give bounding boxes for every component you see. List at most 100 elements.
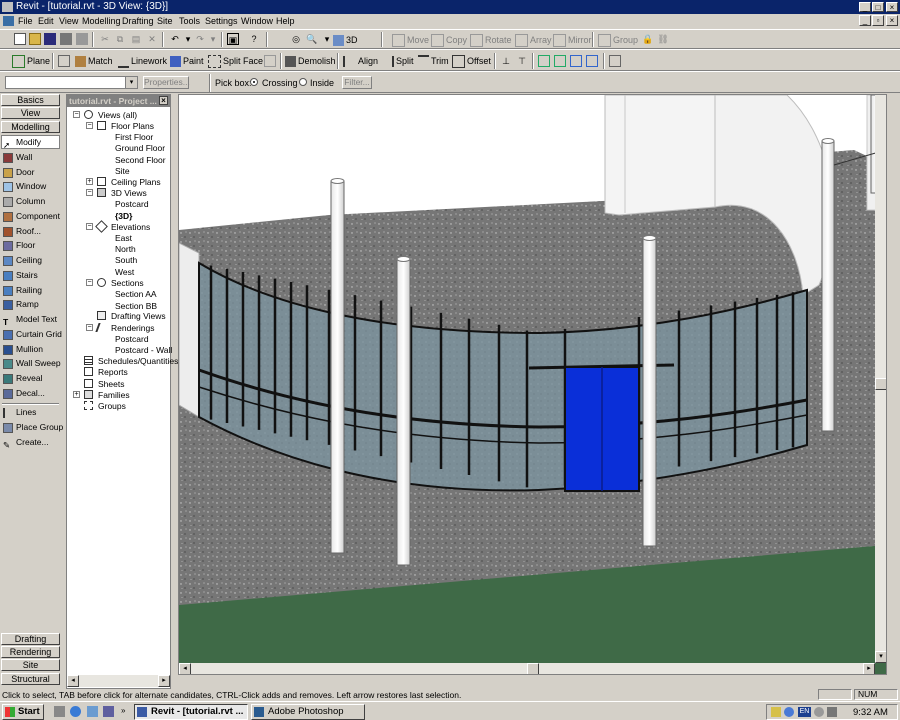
scale-icon[interactable] [554,55,566,67]
print-icon[interactable] [76,33,88,45]
tree-3d-postcard[interactable]: Postcard [115,199,149,209]
tool-reveal[interactable]: Reveal [3,371,42,385]
close-browser-icon[interactable]: × [159,96,168,105]
wall-joins-icon[interactable] [264,55,276,67]
tree-north[interactable]: North [115,244,136,254]
cut-geometry-icon[interactable] [58,55,70,67]
zoom-icon[interactable]: 🔍 [306,33,318,45]
tab-basics[interactable]: Basics [1,94,60,106]
hscroll-thumb[interactable] [527,663,539,674]
tool-door[interactable]: Door [3,165,34,179]
tree-east[interactable]: East [115,233,132,243]
whats-this-help-icon[interactable]: ? [248,33,260,45]
inside-radio[interactable] [299,78,307,86]
plane-button[interactable]: Plane [12,54,50,69]
type-selector[interactable]: ▾ [5,76,138,89]
trim-button[interactable]: Trim [418,54,449,68]
scroll-left-icon[interactable]: ◂ [67,675,79,687]
viewport-vscrollbar[interactable]: ▾ [875,95,886,663]
tray-network-icon[interactable] [784,707,794,717]
tool-roof[interactable]: Roof... [3,224,41,238]
viewport-hscrollbar[interactable]: ◂ ▸ [179,663,875,674]
move-button[interactable]: Move [392,33,429,48]
scroll-right-icon[interactable]: ▸ [863,663,875,674]
tab-view[interactable]: View [1,107,60,119]
align-button[interactable]: Align [343,54,378,68]
split-button[interactable]: Split [381,54,414,68]
collapse-icon[interactable]: − [86,223,93,230]
tool-place-group[interactable]: Place Group [3,420,63,434]
language-indicator[interactable]: EN [798,707,811,717]
3d-view-button[interactable]: 3D [333,33,358,47]
tool-create[interactable]: ✎ Create... [3,435,49,450]
close-button[interactable]: × [886,2,898,12]
dynamic-view-icon[interactable]: ◎ [290,33,302,45]
revit-app-icon[interactable] [2,2,13,12]
menu-help[interactable]: Help [276,16,295,26]
thin-lines-icon[interactable]: ▣ [227,33,239,45]
split-face-button[interactable]: Split Face [208,54,263,69]
scroll-down-icon[interactable]: ▾ [875,651,886,663]
menu-modelling[interactable]: Modelling [82,16,121,26]
tool-wall[interactable]: Wall [3,150,32,164]
tool-floor[interactable]: Floor [3,238,35,252]
tree-families[interactable]: Families [98,390,130,400]
tool-ramp[interactable]: Ramp [3,297,39,311]
paint-button[interactable]: Paint [170,54,204,68]
unpin-icon[interactable]: ⊤ [516,55,528,67]
delete-icon[interactable]: ✕ [146,33,158,45]
tool-decal[interactable]: Decal... [3,386,45,400]
tray-app-icon[interactable] [827,707,837,717]
collapse-icon[interactable]: − [86,279,93,286]
menu-file[interactable]: File [18,16,33,26]
group-button[interactable]: Group [598,33,638,48]
undo-icon[interactable]: ↶ [169,33,181,45]
taskbar-revit-button[interactable]: Revit - [tutorial.rvt ... [134,704,248,720]
minimize-button[interactable]: _ [859,2,871,12]
open-icon[interactable] [29,33,41,45]
tree-site[interactable]: Site [115,166,130,176]
rotate-button[interactable]: Rotate [470,33,512,48]
tool-component[interactable]: Component [3,209,60,223]
offset-button[interactable]: Offset [452,54,491,69]
link-icon[interactable]: ⛓ [657,33,669,45]
tree-floor-plans[interactable]: Floor Plans [111,121,154,131]
match-button[interactable]: Match [75,54,113,68]
browser-scrollbar[interactable]: ◂ ▸ [67,675,170,687]
tree-views-all[interactable]: Views (all) [98,110,137,120]
tree-ground-floor[interactable]: Ground Floor [115,143,165,153]
redo-icon[interactable]: ↷ [194,33,206,45]
maximize-button[interactable]: □ [872,2,884,12]
mirror-button[interactable]: Mirror [553,33,592,48]
scroll-left-icon[interactable]: ◂ [179,663,191,674]
tree-sections[interactable]: Sections [111,278,144,288]
tab-rendering[interactable]: Rendering [1,646,60,658]
tool-window[interactable]: Window [3,179,46,193]
new-icon[interactable] [14,33,26,45]
undo-list-icon[interactable]: ▾ [182,33,194,45]
3d-model-canvas[interactable] [179,95,886,674]
tool-model-text[interactable]: T Model Text [3,312,57,327]
tree-groups[interactable]: Groups [98,401,126,411]
pin-icon[interactable]: ⊥ [500,55,512,67]
menu-edit[interactable]: Edit [38,16,54,26]
properties-button[interactable]: Properties... [143,76,190,89]
quicklaunch-more-icon[interactable]: » [121,706,129,717]
tool-column[interactable]: Column [3,194,45,208]
paste-aligned-icon[interactable] [586,55,598,67]
tool-modify[interactable]: ➚ Modify [3,135,41,150]
tool-stairs[interactable]: Stairs [3,268,38,282]
tray-tool-icon[interactable] [771,707,781,717]
tree-3d-views[interactable]: 3D Views [111,188,147,198]
expand-icon[interactable]: + [73,391,80,398]
tool-wall-sweep[interactable]: Wall Sweep [3,356,61,370]
tree-3d-default[interactable]: {3D} [115,211,132,221]
tree-south[interactable]: South [115,255,137,265]
menu-site[interactable]: Site [157,16,173,26]
filter-button[interactable]: Filter... [342,76,372,89]
tree-elevations[interactable]: Elevations [111,222,150,232]
redo-list-icon[interactable]: ▾ [207,33,219,45]
show-desktop-icon[interactable] [54,706,65,717]
start-button[interactable]: Start [2,704,44,720]
doc-minimize-button[interactable]: _ [859,15,871,26]
